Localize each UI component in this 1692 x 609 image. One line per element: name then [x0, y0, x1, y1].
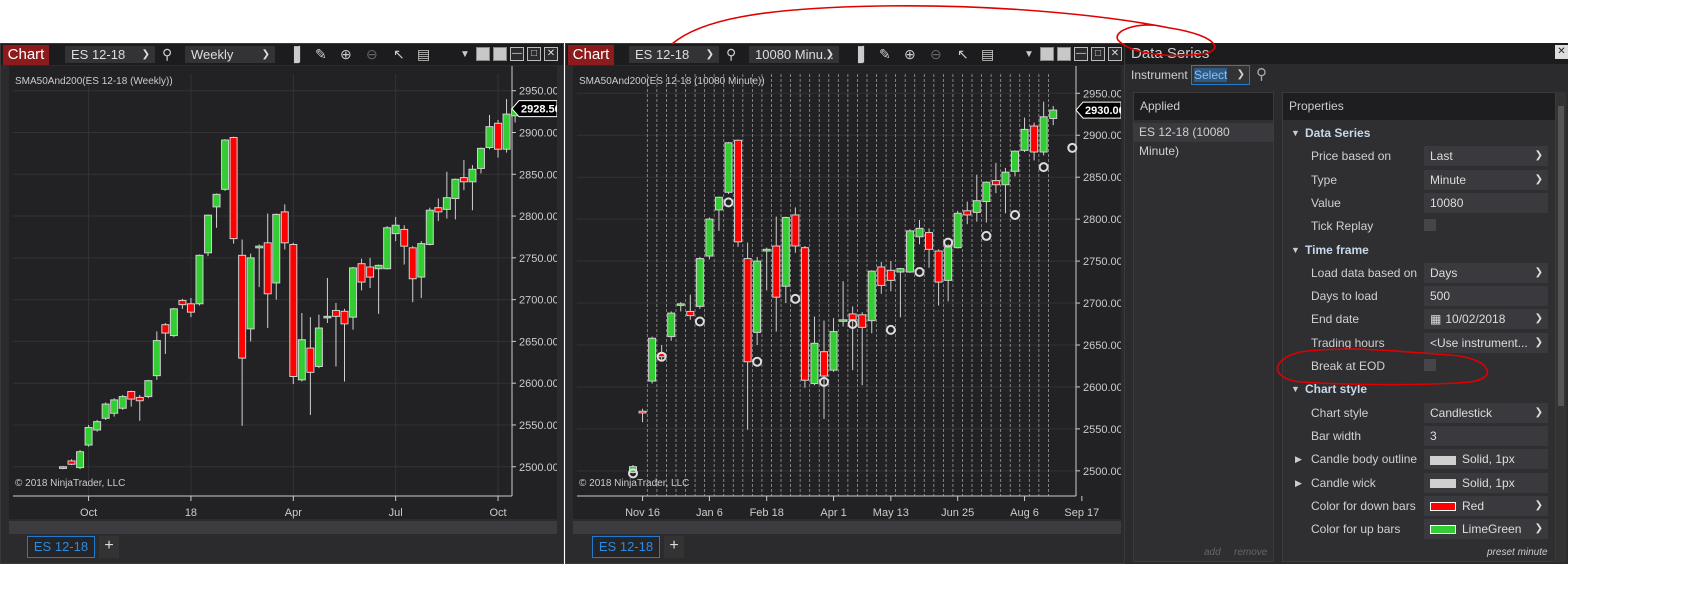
- annotation-overlay: [671, 4, 1489, 386]
- annotation-ellipse-title: [671, 4, 1216, 57]
- annotation-ellipse-break-at-eod: [1276, 348, 1489, 386]
